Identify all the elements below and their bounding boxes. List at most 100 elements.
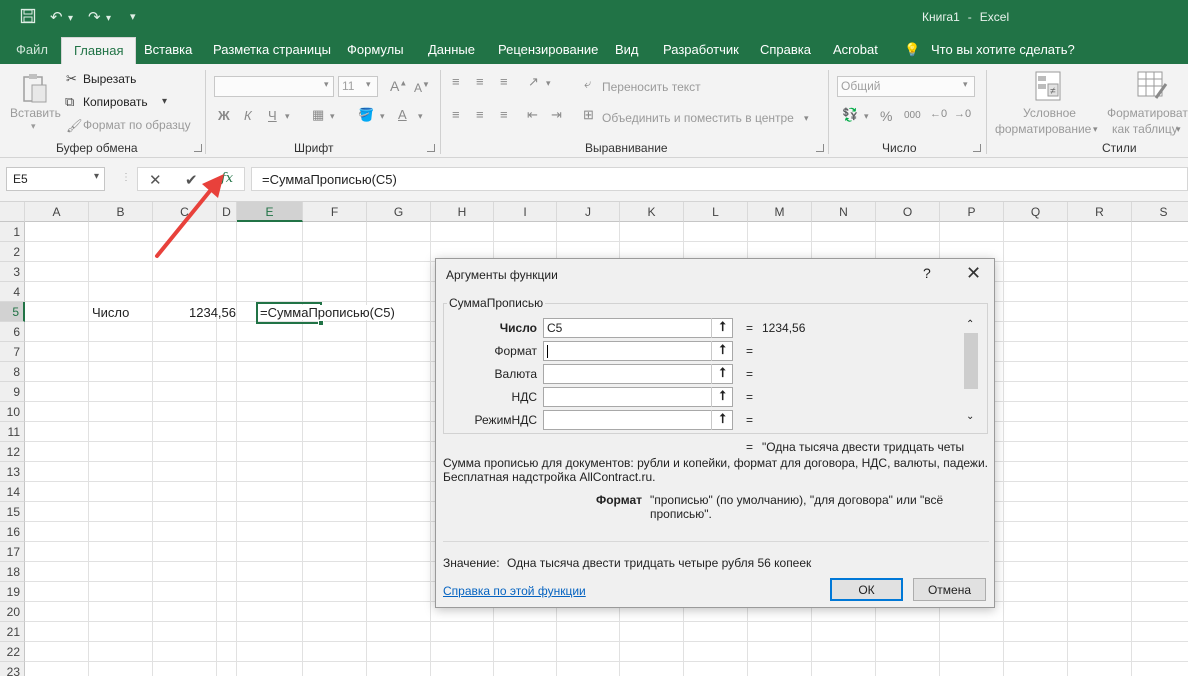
cell-c5[interactable]: 1234,56 bbox=[154, 305, 236, 320]
percent-button[interactable]: % bbox=[880, 108, 892, 124]
align-top-icon[interactable]: ≡ bbox=[452, 74, 460, 89]
ok-button[interactable]: ОК bbox=[830, 578, 903, 601]
tab-view[interactable]: Вид bbox=[615, 42, 639, 57]
format-painter-button[interactable]: Формат по образцу bbox=[83, 118, 191, 132]
tab-home[interactable]: Главная bbox=[61, 37, 137, 64]
column-header-f[interactable]: F bbox=[303, 202, 367, 222]
borders-dropdown-icon[interactable]: ▾ bbox=[330, 111, 335, 122]
number-launcher-icon[interactable] bbox=[973, 144, 981, 152]
row-header-15[interactable]: 15 bbox=[0, 502, 25, 522]
column-header-n[interactable]: N bbox=[812, 202, 876, 222]
paste-icon[interactable] bbox=[18, 72, 52, 106]
conditional-dropdown-icon[interactable]: ▾ bbox=[1093, 124, 1098, 135]
copy-button[interactable]: Копировать bbox=[83, 95, 148, 109]
column-header-k[interactable]: K bbox=[620, 202, 684, 222]
currency-icon[interactable]: 💱 bbox=[842, 107, 858, 123]
decrease-indent-icon[interactable]: ⇤ bbox=[527, 107, 538, 123]
redo-dropdown-icon[interactable]: ▾ bbox=[106, 13, 111, 24]
row-header-13[interactable]: 13 bbox=[0, 462, 25, 482]
name-box[interactable]: E5 ▾ bbox=[6, 167, 105, 191]
tab-page-layout[interactable]: Разметка страницы bbox=[213, 42, 331, 57]
row-header-12[interactable]: 12 bbox=[0, 442, 25, 462]
font-color-dropdown-icon[interactable]: ▾ bbox=[418, 111, 423, 122]
arg-input-format[interactable] bbox=[543, 341, 733, 361]
help-icon[interactable]: ? bbox=[923, 265, 931, 281]
collapse-dialog-icon[interactable]: ⭡ bbox=[711, 364, 733, 384]
merge-dropdown-icon[interactable]: ▾ bbox=[804, 113, 809, 124]
format-as-table-icon[interactable] bbox=[1136, 70, 1168, 102]
font-name-combo[interactable] bbox=[214, 76, 334, 97]
row-header-23[interactable]: 23 bbox=[0, 662, 25, 676]
row-header-2[interactable]: 2 bbox=[0, 242, 25, 262]
tab-file[interactable]: Файл bbox=[16, 42, 48, 57]
undo-icon[interactable]: ↶ bbox=[50, 8, 63, 26]
fill-handle[interactable] bbox=[318, 320, 324, 326]
row-header-17[interactable]: 17 bbox=[0, 542, 25, 562]
copy-dropdown-icon[interactable]: ▾ bbox=[162, 96, 167, 107]
collapse-dialog-icon[interactable]: ⭡ bbox=[711, 387, 733, 407]
italic-button[interactable]: К bbox=[244, 108, 252, 123]
column-header-h[interactable]: H bbox=[431, 202, 494, 222]
underline-button[interactable]: Ч bbox=[268, 108, 277, 123]
collapse-dialog-icon[interactable]: ⭡ bbox=[711, 341, 733, 361]
number-format-combo[interactable]: Общий bbox=[837, 76, 975, 97]
arg-input-number[interactable]: C5 bbox=[543, 318, 733, 338]
tab-data[interactable]: Данные bbox=[428, 42, 475, 57]
column-header-e[interactable]: E bbox=[237, 202, 303, 222]
select-all-corner[interactable] bbox=[0, 202, 25, 222]
scroll-down-icon[interactable]: ⌄ bbox=[966, 411, 974, 422]
increase-decimal-icon[interactable]: ←0 bbox=[930, 108, 947, 120]
save-icon[interactable] bbox=[20, 8, 36, 28]
paste-dropdown-icon[interactable]: ▾ bbox=[31, 121, 36, 132]
align-left-icon[interactable]: ≡ bbox=[452, 107, 460, 122]
row-header-16[interactable]: 16 bbox=[0, 522, 25, 542]
currency-dropdown-icon[interactable]: ▾ bbox=[864, 111, 869, 122]
column-header-o[interactable]: O bbox=[876, 202, 940, 222]
row-header-4[interactable]: 4 bbox=[0, 282, 25, 302]
customize-icon[interactable]: ▾ bbox=[130, 10, 136, 23]
align-center-icon[interactable]: ≡ bbox=[476, 107, 484, 122]
borders-icon[interactable]: ▦ bbox=[312, 107, 324, 123]
row-header-7[interactable]: 7 bbox=[0, 342, 25, 362]
column-header-g[interactable]: G bbox=[367, 202, 431, 222]
tab-review[interactable]: Рецензирование bbox=[498, 42, 598, 57]
fill-dropdown-icon[interactable]: ▾ bbox=[380, 111, 385, 122]
font-name-dropdown-icon[interactable]: ▾ bbox=[324, 79, 329, 90]
tell-me-search[interactable]: Что вы хотите сделать? bbox=[931, 42, 1075, 57]
undo-dropdown-icon[interactable]: ▾ bbox=[68, 13, 73, 24]
column-header-l[interactable]: L bbox=[684, 202, 748, 222]
column-header-b[interactable]: B bbox=[89, 202, 153, 222]
tab-acrobat[interactable]: Acrobat bbox=[833, 42, 878, 57]
column-header-m[interactable]: M bbox=[748, 202, 812, 222]
arg-input-vat[interactable] bbox=[543, 387, 733, 407]
cell-e5[interactable]: =СуммаПрописью(C5) bbox=[260, 305, 395, 320]
column-header-i[interactable]: I bbox=[494, 202, 557, 222]
font-size-dropdown-icon[interactable]: ▾ bbox=[366, 79, 371, 90]
row-header-20[interactable]: 20 bbox=[0, 602, 25, 622]
row-header-11[interactable]: 11 bbox=[0, 422, 25, 442]
row-header-3[interactable]: 3 bbox=[0, 262, 25, 282]
decrease-decimal-icon[interactable]: →0 bbox=[954, 108, 971, 120]
orientation-icon[interactable]: ↗ bbox=[528, 74, 539, 90]
wrap-text-icon[interactable]: ⤶ bbox=[584, 76, 591, 92]
format-as-table-line1[interactable]: Форматироват bbox=[1107, 106, 1188, 120]
increase-font-icon[interactable]: A▲ bbox=[390, 78, 407, 94]
scrollbar-thumb[interactable] bbox=[964, 333, 978, 389]
arg-input-currency[interactable] bbox=[543, 364, 733, 384]
thousands-button[interactable]: 000 bbox=[904, 110, 921, 121]
row-header-9[interactable]: 9 bbox=[0, 382, 25, 402]
column-header-r[interactable]: R bbox=[1068, 202, 1132, 222]
row-header-6[interactable]: 6 bbox=[0, 322, 25, 342]
collapse-dialog-icon[interactable]: ⭡ bbox=[711, 410, 733, 430]
tab-formulas[interactable]: Формулы bbox=[347, 42, 404, 57]
column-header-j[interactable]: J bbox=[557, 202, 620, 222]
conditional-formatting-icon[interactable]: ≠ bbox=[1034, 70, 1064, 102]
align-bottom-icon[interactable]: ≡ bbox=[500, 74, 508, 89]
row-header-14[interactable]: 14 bbox=[0, 482, 25, 502]
tab-developer[interactable]: Разработчик bbox=[663, 42, 739, 57]
conditional-formatting-line1[interactable]: Условное bbox=[1023, 106, 1076, 120]
row-header-5[interactable]: 5 bbox=[0, 302, 25, 322]
number-format-dropdown-icon[interactable]: ▾ bbox=[963, 79, 968, 90]
align-middle-icon[interactable]: ≡ bbox=[476, 74, 484, 89]
orientation-dropdown-icon[interactable]: ▾ bbox=[546, 78, 551, 89]
